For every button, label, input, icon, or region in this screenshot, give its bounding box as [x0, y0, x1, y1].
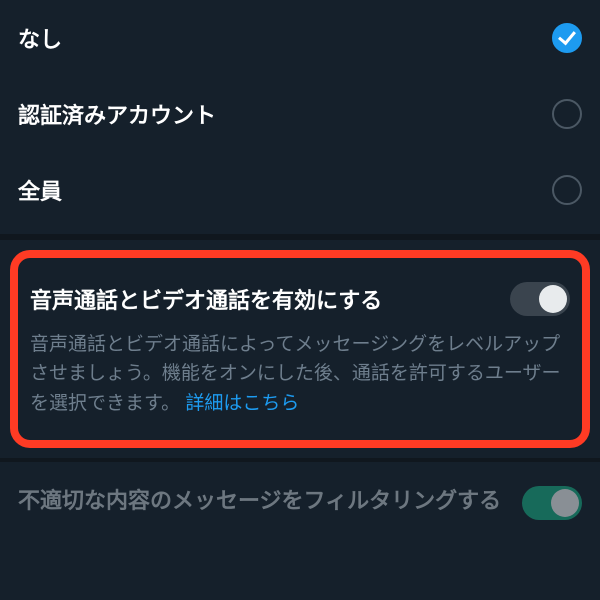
calls-toggle-switch[interactable] — [510, 282, 570, 316]
radio-indicator — [552, 99, 582, 129]
filter-toggle-label: 不適切な内容のメッセージをフィルタリングする — [18, 486, 522, 517]
toggle-knob — [539, 285, 567, 313]
calls-description: 音声通話とビデオ通話によってメッセージングをレベルアップさせましょう。機能をオン… — [30, 330, 570, 418]
learn-more-link[interactable]: 詳細はこちら — [185, 393, 299, 414]
radio-label: なし — [18, 22, 62, 54]
radio-option-everyone[interactable]: 全員 — [18, 152, 582, 228]
filter-toggle-switch[interactable] — [522, 486, 582, 520]
highlighted-calls-section: 音声通話とビデオ通話を有効にする 音声通話とビデオ通話によってメッセージングをレ… — [10, 250, 590, 448]
section-divider — [0, 234, 600, 240]
toggle-knob — [551, 489, 579, 517]
radio-label: 認証済みアカウント — [18, 98, 216, 130]
filter-toggle-row: 不適切な内容のメッセージをフィルタリングする — [0, 462, 600, 520]
radio-indicator — [552, 175, 582, 205]
calls-toggle-row: 音声通話とビデオ通話を有効にする — [30, 282, 570, 316]
calls-toggle-label: 音声通話とビデオ通話を有効にする — [30, 283, 510, 315]
radio-option-none[interactable]: なし — [18, 0, 582, 76]
radio-label: 全員 — [18, 174, 62, 206]
radio-indicator-selected — [552, 23, 582, 53]
radio-option-verified[interactable]: 認証済みアカウント — [18, 76, 582, 152]
radio-group: なし 認証済みアカウント 全員 — [0, 0, 600, 234]
